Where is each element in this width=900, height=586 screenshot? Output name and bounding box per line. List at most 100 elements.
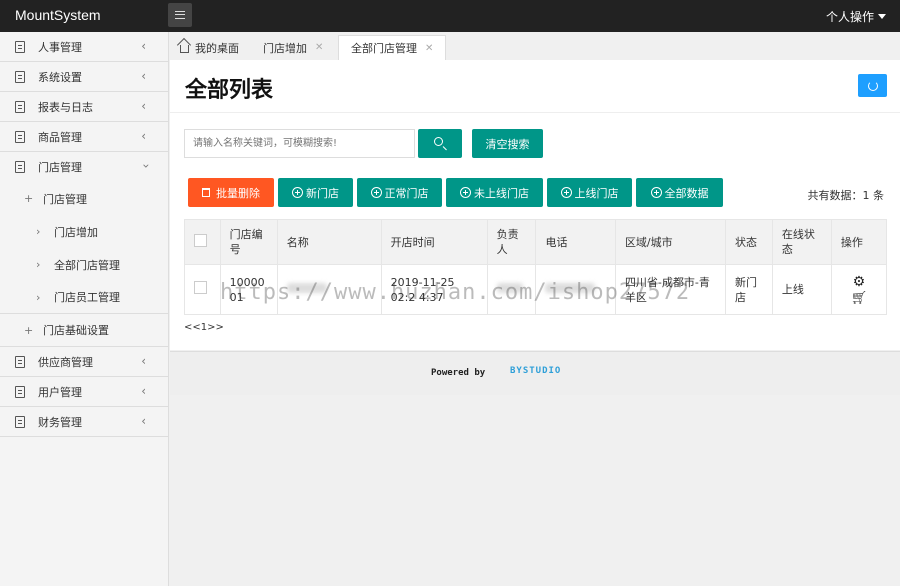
new-store-button[interactable]: 新门店 — [278, 178, 353, 207]
button-label: 上线门店 — [574, 186, 619, 200]
button-label: 正常门店 — [384, 186, 429, 200]
button-label: 全部数据 — [664, 186, 709, 200]
chevron-right-icon: › — [36, 225, 41, 238]
normal-store-button[interactable]: 正常门店 — [357, 178, 442, 207]
chevron-left-icon: ‹ — [141, 354, 146, 368]
search-button[interactable] — [418, 129, 462, 158]
chevron-left-icon: ‹ — [141, 69, 146, 83]
search-input[interactable] — [184, 129, 415, 158]
not-online-store-button[interactable]: 未上线门店 — [446, 178, 543, 207]
document-icon — [15, 101, 25, 113]
chevron-left-icon: ‹ — [141, 39, 146, 53]
button-label: 未上线门店 — [474, 186, 529, 200]
sidebar-item-label: 系统设置 — [38, 70, 82, 84]
app-title: MountSystem — [15, 7, 101, 23]
chevron-down-icon: ‹ — [138, 163, 153, 169]
plus-icon: + — [24, 192, 34, 205]
sidebar-subgroup-store-management[interactable]: + 门店管理 — [0, 182, 168, 215]
sidebar-item-label: 全部门店管理 — [54, 258, 120, 272]
powered-by-text: Powered by — [431, 368, 486, 378]
sidebar-item-store-staff[interactable]: › 门店员工管理 — [0, 281, 168, 314]
batch-delete-button[interactable]: 批量删除 — [188, 178, 274, 207]
chevron-left-icon: ‹ — [141, 384, 146, 398]
table-header-row: 门店编号 名称 开店时间 负责人 电话 区域/城市 状态 在线状态 操作 — [184, 219, 888, 265]
column-header: 开店时间 — [380, 219, 488, 265]
user-menu[interactable]: 个人操作 — [826, 8, 886, 25]
sidebar-item-label: 报表与日志 — [38, 100, 93, 114]
document-icon — [15, 161, 25, 173]
gear-icon[interactable]: ⚙ — [853, 275, 866, 289]
caret-down-icon — [878, 14, 886, 19]
menu-toggle-button[interactable] — [168, 3, 192, 27]
chevron-left-icon: ‹ — [141, 99, 146, 113]
column-header: 名称 — [276, 219, 382, 265]
column-header: 电话 — [535, 219, 616, 265]
user-menu-label: 个人操作 — [825, 10, 874, 24]
sidebar-item-hr[interactable]: 人事管理 ‹ — [0, 32, 168, 62]
plus-circle-icon — [292, 187, 303, 198]
tab-store-add[interactable]: 门店增加 ✕ — [263, 35, 323, 60]
sidebar-item-all-stores[interactable]: › 全部门店管理 — [0, 248, 168, 281]
tab-desktop[interactable]: 我的桌面 — [180, 35, 239, 60]
brand-logo: BYSTUDIO — [510, 366, 562, 376]
sidebar-item-store-add[interactable]: › 门店增加 — [0, 215, 168, 248]
tab-label: 我的桌面 — [195, 41, 239, 55]
plus-icon: + — [24, 323, 34, 337]
refresh-button[interactable] — [858, 74, 887, 97]
sidebar-subgroup-label: 门店管理 — [43, 192, 87, 206]
column-header: 门店编号 — [219, 219, 278, 265]
page-title: 全部列表 — [185, 78, 274, 103]
main-content: 全部列表 清空搜索 批量删除 新门店 正常门店 未上线门店 上线门店 全部数据 … — [170, 60, 900, 350]
tab-label: 全部门店管理 — [351, 42, 417, 55]
tab-bar: 我的桌面 门店增加 ✕ 全部门店管理 ✕ — [170, 35, 900, 60]
operations-cell: ⚙ 🛒︎ — [830, 264, 888, 315]
sidebar-item-stores[interactable]: 门店管理 ‹ — [0, 152, 168, 182]
tab-all-stores[interactable]: 全部门店管理 ✕ — [338, 35, 447, 60]
column-header: 操作 — [830, 219, 888, 265]
plus-circle-icon — [650, 187, 662, 198]
document-icon — [15, 41, 25, 53]
document-icon — [15, 356, 25, 368]
sidebar: 人事管理 ‹ 系统设置 ‹ 报表与日志 ‹ 商品管理 ‹ 门店管理 ‹ + 门店管理 › 门店… — [0, 32, 169, 586]
chevron-right-icon: › — [36, 290, 41, 304]
document-icon — [15, 386, 25, 398]
search-icon — [434, 137, 443, 146]
all-data-button[interactable]: 全部数据 — [636, 178, 723, 207]
sidebar-item-label: 门店员工管理 — [54, 291, 120, 304]
sidebar-item-label: 人事管理 — [38, 40, 82, 54]
row-checkbox[interactable] — [194, 281, 207, 294]
clear-search-button[interactable]: 清空搜索 — [472, 129, 543, 158]
column-header: 在线状态 — [771, 219, 832, 265]
button-label: 批量删除 — [216, 186, 260, 200]
column-header: 区域/城市 — [614, 219, 726, 265]
row-checkbox-cell — [184, 264, 221, 315]
online-store-button[interactable]: 上线门店 — [547, 178, 632, 207]
chevron-left-icon: ‹ — [141, 414, 146, 428]
refresh-icon — [867, 80, 878, 91]
sidebar-item-users[interactable]: 用户管理 ‹ — [0, 377, 168, 407]
pagination[interactable]: <<1>> — [184, 322, 224, 333]
total-count: 共有数据：1 条 — [807, 189, 885, 202]
plus-circle-icon — [460, 187, 471, 198]
sidebar-item-label: 门店增加 — [54, 225, 98, 239]
close-icon[interactable]: ✕ — [315, 42, 323, 53]
column-header: 状态 — [724, 219, 773, 265]
select-all-checkbox[interactable] — [194, 233, 207, 247]
sidebar-item-suppliers[interactable]: 供应商管理 ‹ — [0, 347, 168, 377]
sidebar-item-reports[interactable]: 报表与日志 ‹ — [0, 92, 168, 122]
home-icon — [180, 44, 189, 53]
online-status-cell: 上线 — [771, 264, 832, 315]
watermark-text: https://www.huzhan.com/ishop27572 — [220, 280, 691, 305]
sidebar-item-label: 商品管理 — [38, 130, 82, 144]
plus-circle-icon — [370, 187, 382, 198]
sidebar-item-products[interactable]: 商品管理 ‹ — [0, 122, 168, 152]
divider — [170, 112, 900, 113]
sidebar-item-system[interactable]: 系统设置 ‹ — [0, 62, 168, 92]
sidebar-item-store-basic-settings[interactable]: + 门店基础设置 — [0, 314, 168, 347]
close-icon[interactable]: ✕ — [425, 43, 433, 54]
sidebar-item-finance[interactable]: 财务管理 ‹ — [0, 407, 168, 437]
cart-icon[interactable]: 🛒︎ — [851, 292, 868, 305]
document-icon — [15, 131, 25, 143]
sidebar-item-label: 财务管理 — [38, 415, 82, 429]
sidebar-item-label: 门店基础设置 — [43, 324, 109, 337]
